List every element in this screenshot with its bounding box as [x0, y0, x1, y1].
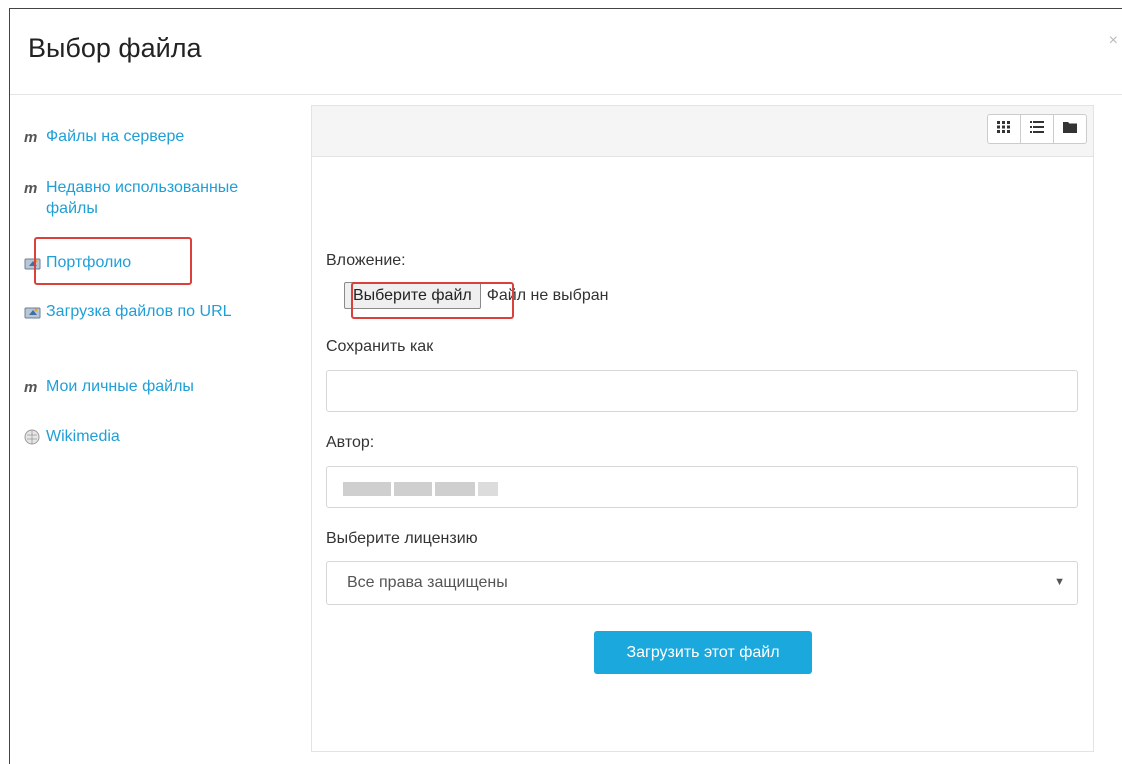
moodle-icon: m — [24, 379, 38, 396]
moodle-icon: m — [24, 129, 38, 146]
sidebar-item-url-download[interactable]: Загрузка файлов по URL — [24, 301, 249, 322]
grid-view-icon — [997, 120, 1011, 138]
sidebar-item-server-files[interactable]: m Файлы на сервере — [24, 126, 264, 147]
license-selected-value: Все права защищены — [347, 574, 508, 591]
sidebar-item-label: Мои личные файлы — [46, 378, 194, 395]
sidebar-item-wikimedia[interactable]: Wikimedia — [24, 426, 264, 447]
portfolio-icon — [24, 255, 42, 271]
choose-file-button[interactable]: Выберите файл — [344, 282, 481, 309]
view-switcher — [987, 114, 1087, 144]
author-label: Автор: — [326, 434, 375, 451]
grid-view-button[interactable] — [987, 114, 1021, 144]
author-input[interactable] — [326, 466, 1078, 508]
sidebar-item-label: Файлы на сервере — [46, 128, 185, 145]
view-toolbar — [312, 106, 1093, 157]
moodle-icon: m — [24, 180, 38, 197]
wikimedia-icon — [24, 429, 42, 445]
file-input-row: Выберите файл Файл не выбран — [344, 282, 608, 309]
license-select[interactable]: Все права защищены ▼ — [326, 561, 1078, 605]
sidebar-item-label: Портфолио — [46, 254, 132, 271]
list-view-icon — [1030, 120, 1044, 138]
redacted-author-name — [343, 482, 501, 496]
close-icon[interactable]: × — [1109, 33, 1118, 49]
save-as-label: Сохранить как — [326, 338, 434, 355]
attachment-label: Вложение: — [326, 252, 406, 269]
sidebar-item-label: Wikimedia — [46, 428, 120, 445]
upload-file-button[interactable]: Загрузить этот файл — [594, 631, 812, 674]
dialog-title: Выбор файла — [28, 33, 202, 63]
sidebar-item-recent-files[interactable]: m Недавно использованные файлы — [24, 177, 249, 219]
sidebar-item-portfolio[interactable]: Портфолио — [24, 252, 224, 273]
folder-view-icon — [1063, 120, 1077, 138]
upload-panel: Вложение: Выберите файл Файл не выбран С… — [311, 105, 1094, 752]
chevron-down-icon: ▼ — [1054, 576, 1065, 588]
save-as-input[interactable] — [326, 370, 1078, 412]
url-download-icon — [24, 304, 42, 320]
sidebar-item-label: Недавно использованные файлы — [46, 179, 239, 217]
list-view-button[interactable] — [1020, 114, 1054, 144]
sidebar-item-label: Загрузка файлов по URL — [46, 303, 232, 320]
sidebar-item-private-files[interactable]: m Мои личные файлы — [24, 376, 264, 397]
folder-view-button[interactable] — [1053, 114, 1087, 144]
file-status-text: Файл не выбран — [486, 286, 609, 304]
license-label: Выберите лицензию — [326, 530, 478, 547]
dialog-header: Выбор файла × — [10, 9, 1122, 95]
